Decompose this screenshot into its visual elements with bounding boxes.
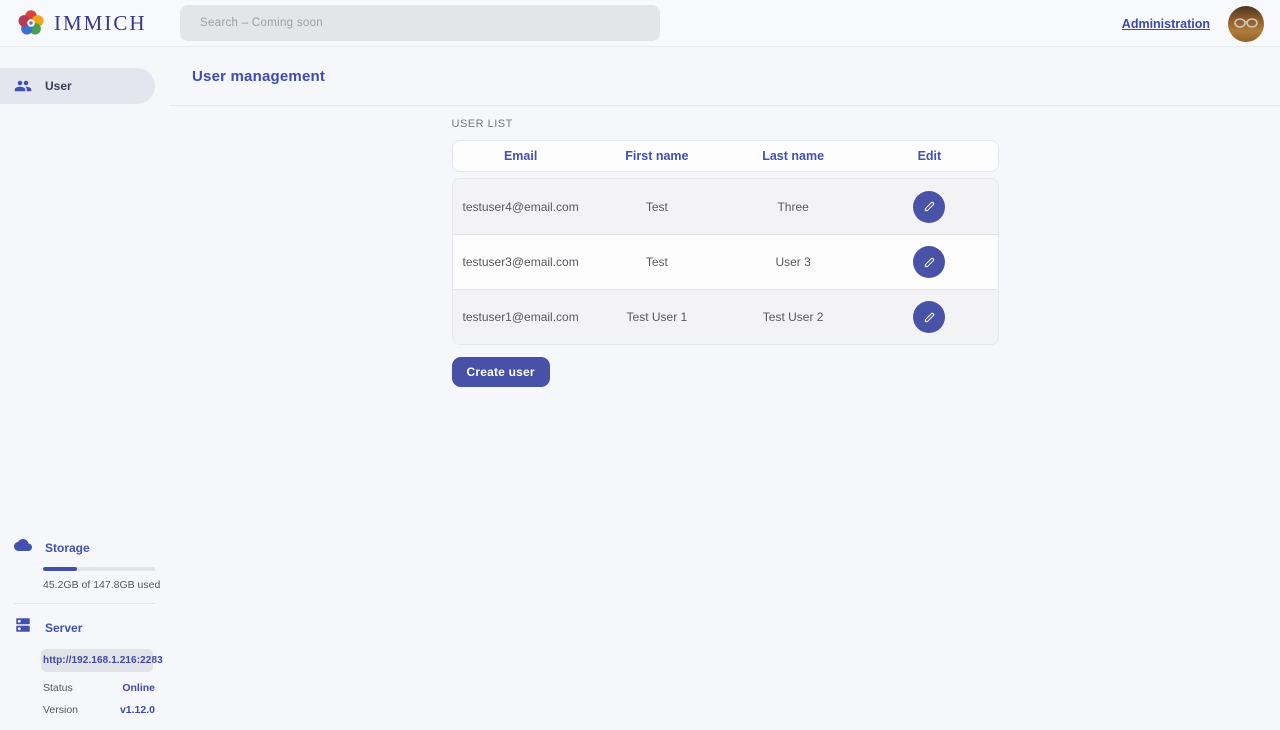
cloud-icon	[14, 536, 32, 559]
status-label: Status	[43, 682, 73, 694]
pencil-icon	[922, 310, 937, 325]
top-bar: IMMICH Administration	[0, 0, 1280, 47]
version-label: Version	[43, 704, 78, 716]
storage-title: Storage	[45, 541, 90, 555]
administration-link[interactable]: Administration	[1122, 17, 1210, 31]
storage-progress-fill	[43, 567, 77, 571]
pencil-icon	[922, 199, 937, 214]
user-avatar[interactable]	[1228, 6, 1264, 42]
column-header-last-name: Last name	[725, 149, 861, 163]
immich-logo: IMMICH	[16, 8, 147, 38]
cell-email: testuser1@email.com	[453, 310, 589, 324]
server-title: Server	[45, 621, 82, 635]
pencil-icon	[922, 255, 937, 270]
admin-sidebar: User Storage 45.2GB of 147.8GB used Serv…	[0, 47, 170, 730]
user-table: testuser4@email.com Test Three testuser3…	[452, 178, 999, 345]
user-list-label: USER LIST	[452, 118, 999, 130]
cell-first-name: Test User 1	[589, 310, 725, 324]
sidebar-item-label: User	[45, 79, 72, 93]
storage-progress-bar	[43, 567, 155, 571]
sidebar-status-panel: Storage 45.2GB of 147.8GB used Server ht…	[0, 536, 170, 730]
create-user-button[interactable]: Create user	[452, 357, 550, 387]
edit-user-button[interactable]	[913, 301, 945, 333]
cell-first-name: Test	[589, 255, 725, 269]
cell-email: testuser4@email.com	[453, 200, 589, 214]
people-icon	[14, 77, 32, 95]
server-icon	[14, 616, 32, 639]
main-content: User management USER LIST Email First na…	[170, 47, 1280, 730]
cell-last-name: User 3	[725, 255, 861, 269]
sidebar-divider	[14, 603, 155, 604]
cell-email: testuser3@email.com	[453, 255, 589, 269]
cell-first-name: Test	[589, 200, 725, 214]
table-row: testuser1@email.com Test User 1 Test Use…	[453, 289, 998, 344]
server-url: http://192.168.1.216:2283	[41, 649, 153, 672]
status-value: Online	[122, 682, 155, 694]
column-header-email: Email	[453, 149, 589, 163]
brand-text: IMMICH	[54, 11, 147, 36]
edit-user-button[interactable]	[913, 246, 945, 278]
storage-usage-text: 45.2GB of 147.8GB used	[43, 579, 170, 591]
cell-last-name: Three	[725, 200, 861, 214]
version-value: v1.12.0	[120, 704, 155, 716]
page-title: User management	[192, 68, 325, 85]
column-header-edit: Edit	[861, 149, 997, 163]
table-row: testuser3@email.com Test User 3	[453, 234, 998, 289]
sidebar-item-users[interactable]: User	[0, 68, 155, 104]
page-header: User management	[170, 47, 1280, 106]
table-row: testuser4@email.com Test Three	[453, 179, 998, 234]
server-status-row: Status Online	[43, 682, 155, 694]
immich-flower-icon	[16, 8, 46, 38]
search-input[interactable]	[180, 5, 660, 41]
user-table-header: Email First name Last name Edit	[452, 140, 999, 172]
edit-user-button[interactable]	[913, 191, 945, 223]
glasses-icon	[1232, 17, 1260, 29]
server-version-row: Version v1.12.0	[43, 704, 155, 716]
cell-last-name: Test User 2	[725, 310, 861, 324]
column-header-first-name: First name	[589, 149, 725, 163]
